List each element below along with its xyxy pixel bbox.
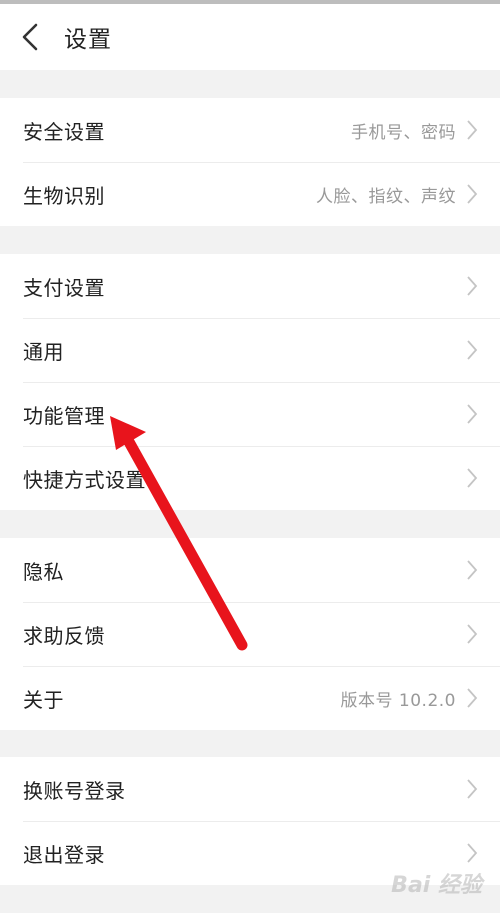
- chevron-right-icon: [466, 623, 478, 645]
- row-label: 求助反馈: [23, 623, 105, 648]
- group-security: 安全设置 手机号、密码 生物识别 人脸、指纹、声纹: [0, 98, 500, 226]
- chevron-right-icon: [466, 687, 478, 709]
- chevron-right-icon: [466, 403, 478, 425]
- chevron-right-icon: [466, 339, 478, 361]
- row-value: 手机号、密码: [351, 122, 456, 143]
- group-account: 换账号登录 退出登录: [0, 757, 500, 885]
- settings-row-shortcuts[interactable]: 快捷方式设置: [0, 446, 500, 510]
- settings-row-general[interactable]: 通用: [0, 318, 500, 382]
- row-label: 关于: [23, 687, 64, 712]
- back-button[interactable]: [22, 22, 44, 52]
- group-privacy: 隐私 求助反馈 关于 版本号 10.2.0: [0, 538, 500, 730]
- chevron-right-icon: [466, 778, 478, 800]
- settings-row-payment[interactable]: 支付设置: [0, 254, 500, 318]
- row-value: 人脸、指纹、声纹: [316, 186, 456, 207]
- row-label: 通用: [23, 339, 64, 364]
- chevron-right-icon: [466, 559, 478, 581]
- chevron-right-icon: [466, 119, 478, 141]
- chevron-left-icon: [22, 23, 38, 51]
- chevron-right-icon: [466, 467, 478, 489]
- group-general: 支付设置 通用 功能管理 快捷方式设置: [0, 254, 500, 510]
- row-label: 安全设置: [23, 119, 105, 144]
- row-label: 支付设置: [23, 275, 105, 300]
- settings-row-feedback[interactable]: 求助反馈: [0, 602, 500, 666]
- watermark: Bai 经验: [391, 873, 482, 898]
- row-label: 退出登录: [23, 842, 105, 867]
- settings-row-biometric[interactable]: 生物识别 人脸、指纹、声纹: [0, 162, 500, 226]
- settings-row-privacy[interactable]: 隐私: [0, 538, 500, 602]
- row-label: 隐私: [23, 559, 64, 584]
- page-title: 设置: [64, 27, 112, 53]
- settings-row-security[interactable]: 安全设置 手机号、密码: [0, 98, 500, 162]
- version-value: 版本号 10.2.0: [340, 690, 456, 711]
- chevron-right-icon: [466, 275, 478, 297]
- settings-row-feature-management[interactable]: 功能管理: [0, 382, 500, 446]
- settings-row-switch-account[interactable]: 换账号登录: [0, 757, 500, 821]
- chevron-right-icon: [466, 842, 478, 864]
- row-label: 生物识别: [23, 183, 105, 208]
- settings-row-about[interactable]: 关于 版本号 10.2.0: [0, 666, 500, 730]
- row-label: 快捷方式设置: [23, 467, 146, 492]
- chevron-right-icon: [466, 183, 478, 205]
- row-label: 功能管理: [23, 403, 105, 428]
- row-label: 换账号登录: [23, 778, 126, 803]
- app-header: 设置: [0, 4, 500, 70]
